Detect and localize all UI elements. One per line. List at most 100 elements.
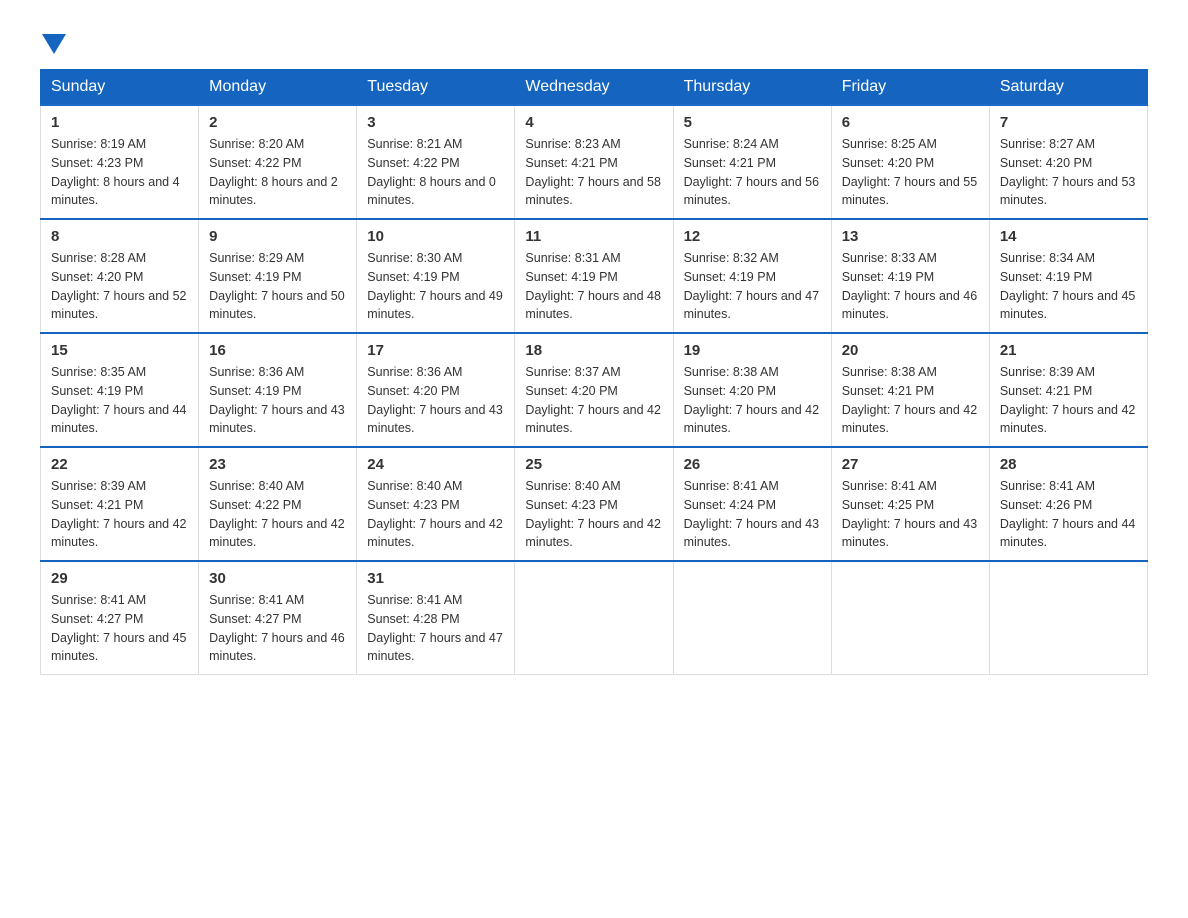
day-info: Sunrise: 8:38 AMSunset: 4:21 PMDaylight:… [842, 365, 978, 435]
day-number: 16 [209, 342, 346, 359]
calendar-cell: 18 Sunrise: 8:37 AMSunset: 4:20 PMDaylig… [515, 333, 673, 447]
calendar-week-row: 15 Sunrise: 8:35 AMSunset: 4:19 PMDaylig… [41, 333, 1148, 447]
day-info: Sunrise: 8:39 AMSunset: 4:21 PMDaylight:… [1000, 365, 1136, 435]
calendar-week-row: 22 Sunrise: 8:39 AMSunset: 4:21 PMDaylig… [41, 447, 1148, 561]
calendar-cell: 14 Sunrise: 8:34 AMSunset: 4:19 PMDaylig… [989, 219, 1147, 333]
column-header-sunday: Sunday [41, 70, 199, 106]
calendar-cell [831, 561, 989, 675]
column-header-tuesday: Tuesday [357, 70, 515, 106]
day-info: Sunrise: 8:40 AMSunset: 4:23 PMDaylight:… [525, 479, 661, 549]
column-header-monday: Monday [199, 70, 357, 106]
calendar-cell: 23 Sunrise: 8:40 AMSunset: 4:22 PMDaylig… [199, 447, 357, 561]
day-info: Sunrise: 8:39 AMSunset: 4:21 PMDaylight:… [51, 479, 187, 549]
day-info: Sunrise: 8:19 AMSunset: 4:23 PMDaylight:… [51, 137, 180, 207]
column-header-thursday: Thursday [673, 70, 831, 106]
calendar-cell: 25 Sunrise: 8:40 AMSunset: 4:23 PMDaylig… [515, 447, 673, 561]
calendar-cell: 6 Sunrise: 8:25 AMSunset: 4:20 PMDayligh… [831, 105, 989, 219]
calendar-cell: 27 Sunrise: 8:41 AMSunset: 4:25 PMDaylig… [831, 447, 989, 561]
day-info: Sunrise: 8:25 AMSunset: 4:20 PMDaylight:… [842, 137, 978, 207]
day-number: 23 [209, 456, 346, 473]
calendar-cell: 19 Sunrise: 8:38 AMSunset: 4:20 PMDaylig… [673, 333, 831, 447]
day-number: 7 [1000, 114, 1137, 131]
day-info: Sunrise: 8:40 AMSunset: 4:22 PMDaylight:… [209, 479, 345, 549]
day-info: Sunrise: 8:41 AMSunset: 4:26 PMDaylight:… [1000, 479, 1136, 549]
calendar-week-row: 8 Sunrise: 8:28 AMSunset: 4:20 PMDayligh… [41, 219, 1148, 333]
day-number: 6 [842, 114, 979, 131]
day-number: 25 [525, 456, 662, 473]
day-info: Sunrise: 8:29 AMSunset: 4:19 PMDaylight:… [209, 251, 345, 321]
day-number: 3 [367, 114, 504, 131]
day-number: 21 [1000, 342, 1137, 359]
day-number: 13 [842, 228, 979, 245]
page-header [40, 30, 1148, 54]
column-header-saturday: Saturday [989, 70, 1147, 106]
calendar-cell: 11 Sunrise: 8:31 AMSunset: 4:19 PMDaylig… [515, 219, 673, 333]
calendar-header-row: SundayMondayTuesdayWednesdayThursdayFrid… [41, 70, 1148, 106]
day-number: 19 [684, 342, 821, 359]
day-info: Sunrise: 8:41 AMSunset: 4:24 PMDaylight:… [684, 479, 820, 549]
calendar-cell: 2 Sunrise: 8:20 AMSunset: 4:22 PMDayligh… [199, 105, 357, 219]
day-number: 1 [51, 114, 188, 131]
day-info: Sunrise: 8:37 AMSunset: 4:20 PMDaylight:… [525, 365, 661, 435]
calendar-cell: 10 Sunrise: 8:30 AMSunset: 4:19 PMDaylig… [357, 219, 515, 333]
day-info: Sunrise: 8:41 AMSunset: 4:27 PMDaylight:… [209, 593, 345, 663]
calendar-cell: 4 Sunrise: 8:23 AMSunset: 4:21 PMDayligh… [515, 105, 673, 219]
logo [40, 30, 66, 54]
calendar-cell: 16 Sunrise: 8:36 AMSunset: 4:19 PMDaylig… [199, 333, 357, 447]
calendar-cell: 22 Sunrise: 8:39 AMSunset: 4:21 PMDaylig… [41, 447, 199, 561]
calendar-cell: 9 Sunrise: 8:29 AMSunset: 4:19 PMDayligh… [199, 219, 357, 333]
day-info: Sunrise: 8:34 AMSunset: 4:19 PMDaylight:… [1000, 251, 1136, 321]
calendar-week-row: 29 Sunrise: 8:41 AMSunset: 4:27 PMDaylig… [41, 561, 1148, 675]
calendar-cell: 5 Sunrise: 8:24 AMSunset: 4:21 PMDayligh… [673, 105, 831, 219]
day-number: 28 [1000, 456, 1137, 473]
day-info: Sunrise: 8:20 AMSunset: 4:22 PMDaylight:… [209, 137, 338, 207]
calendar-cell: 31 Sunrise: 8:41 AMSunset: 4:28 PMDaylig… [357, 561, 515, 675]
calendar-cell: 28 Sunrise: 8:41 AMSunset: 4:26 PMDaylig… [989, 447, 1147, 561]
calendar-cell: 1 Sunrise: 8:19 AMSunset: 4:23 PMDayligh… [41, 105, 199, 219]
calendar-cell: 13 Sunrise: 8:33 AMSunset: 4:19 PMDaylig… [831, 219, 989, 333]
day-info: Sunrise: 8:27 AMSunset: 4:20 PMDaylight:… [1000, 137, 1136, 207]
day-number: 24 [367, 456, 504, 473]
calendar-cell: 15 Sunrise: 8:35 AMSunset: 4:19 PMDaylig… [41, 333, 199, 447]
day-info: Sunrise: 8:24 AMSunset: 4:21 PMDaylight:… [684, 137, 820, 207]
day-number: 29 [51, 570, 188, 587]
day-info: Sunrise: 8:35 AMSunset: 4:19 PMDaylight:… [51, 365, 187, 435]
day-number: 22 [51, 456, 188, 473]
column-header-friday: Friday [831, 70, 989, 106]
day-info: Sunrise: 8:36 AMSunset: 4:19 PMDaylight:… [209, 365, 345, 435]
day-info: Sunrise: 8:36 AMSunset: 4:20 PMDaylight:… [367, 365, 503, 435]
day-number: 26 [684, 456, 821, 473]
day-number: 31 [367, 570, 504, 587]
calendar-cell: 26 Sunrise: 8:41 AMSunset: 4:24 PMDaylig… [673, 447, 831, 561]
calendar-week-row: 1 Sunrise: 8:19 AMSunset: 4:23 PMDayligh… [41, 105, 1148, 219]
day-number: 9 [209, 228, 346, 245]
calendar-cell: 30 Sunrise: 8:41 AMSunset: 4:27 PMDaylig… [199, 561, 357, 675]
day-number: 27 [842, 456, 979, 473]
day-info: Sunrise: 8:38 AMSunset: 4:20 PMDaylight:… [684, 365, 820, 435]
day-info: Sunrise: 8:23 AMSunset: 4:21 PMDaylight:… [525, 137, 661, 207]
day-number: 20 [842, 342, 979, 359]
day-number: 30 [209, 570, 346, 587]
logo-arrow-icon [42, 34, 66, 54]
logo-general [40, 30, 66, 54]
day-number: 18 [525, 342, 662, 359]
day-info: Sunrise: 8:41 AMSunset: 4:25 PMDaylight:… [842, 479, 978, 549]
day-info: Sunrise: 8:31 AMSunset: 4:19 PMDaylight:… [525, 251, 661, 321]
calendar-cell [673, 561, 831, 675]
calendar-cell [989, 561, 1147, 675]
calendar-cell: 3 Sunrise: 8:21 AMSunset: 4:22 PMDayligh… [357, 105, 515, 219]
calendar-table: SundayMondayTuesdayWednesdayThursdayFrid… [40, 69, 1148, 675]
calendar-cell: 20 Sunrise: 8:38 AMSunset: 4:21 PMDaylig… [831, 333, 989, 447]
day-info: Sunrise: 8:40 AMSunset: 4:23 PMDaylight:… [367, 479, 503, 549]
day-info: Sunrise: 8:32 AMSunset: 4:19 PMDaylight:… [684, 251, 820, 321]
day-info: Sunrise: 8:30 AMSunset: 4:19 PMDaylight:… [367, 251, 503, 321]
day-number: 8 [51, 228, 188, 245]
calendar-cell: 21 Sunrise: 8:39 AMSunset: 4:21 PMDaylig… [989, 333, 1147, 447]
calendar-cell: 8 Sunrise: 8:28 AMSunset: 4:20 PMDayligh… [41, 219, 199, 333]
calendar-cell [515, 561, 673, 675]
day-info: Sunrise: 8:21 AMSunset: 4:22 PMDaylight:… [367, 137, 496, 207]
day-number: 11 [525, 228, 662, 245]
day-number: 17 [367, 342, 504, 359]
calendar-cell: 17 Sunrise: 8:36 AMSunset: 4:20 PMDaylig… [357, 333, 515, 447]
calendar-cell: 7 Sunrise: 8:27 AMSunset: 4:20 PMDayligh… [989, 105, 1147, 219]
